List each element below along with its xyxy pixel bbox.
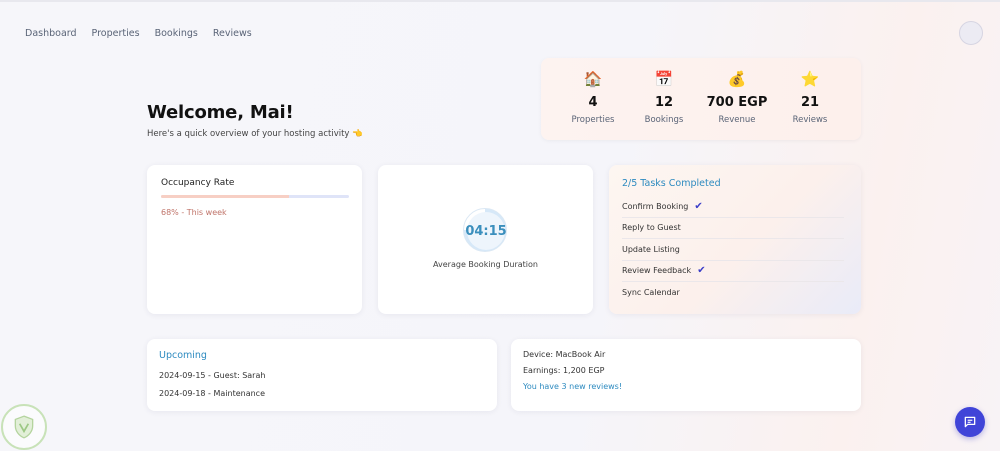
stat-value: 12 xyxy=(654,95,674,110)
upcoming-item: 2024-09-15 - Guest: Sarah xyxy=(159,371,266,380)
nav-bookings[interactable]: Bookings xyxy=(155,28,198,39)
task-label: Update Listing xyxy=(622,244,680,254)
check-icon: ✔ xyxy=(694,200,703,212)
star-icon: ⭐ xyxy=(800,70,820,88)
task-list: Confirm Booking ✔ Reply to Guest Update … xyxy=(622,196,844,304)
occupancy-card: Occupancy Rate 68% - This week xyxy=(147,165,362,314)
task-label: Review Feedback xyxy=(622,266,692,276)
chat-icon xyxy=(964,416,976,428)
shield-badge xyxy=(1,404,47,450)
duration-card: 04:15 Average Booking Duration xyxy=(378,165,593,314)
stat-label: Revenue xyxy=(718,115,756,125)
top-nav: Dashboard Properties Bookings Reviews xyxy=(25,28,252,39)
stat-value: 700 EGP xyxy=(706,95,768,110)
user-avatar[interactable] xyxy=(959,21,983,45)
nav-reviews[interactable]: Reviews xyxy=(213,28,252,39)
stat-label: Bookings xyxy=(644,115,684,125)
nav-dashboard[interactable]: Dashboard xyxy=(25,28,77,39)
welcome-title: Welcome, Mai! xyxy=(147,102,294,123)
task-label: Sync Calendar xyxy=(622,288,680,298)
upcoming-card: Upcoming 2024-09-15 - Guest: Sarah 2024-… xyxy=(147,339,497,411)
earnings-text: Earnings: 1,200 EGP xyxy=(523,366,605,375)
task-item[interactable]: Sync Calendar xyxy=(622,282,844,304)
stat-label: Properties xyxy=(571,115,615,125)
stat-reviews: ⭐ 21 Reviews xyxy=(774,69,846,125)
stat-bookings: 📅 12 Bookings xyxy=(628,69,700,125)
duration-caption: Average Booking Duration xyxy=(433,260,538,269)
tasks-card: 2/5 Tasks Completed Confirm Booking ✔ Re… xyxy=(609,165,861,314)
new-reviews-link[interactable]: You have 3 new reviews! xyxy=(523,382,622,391)
task-item[interactable]: Update Listing xyxy=(622,239,844,261)
duration-ring: 04:15 xyxy=(463,208,507,252)
welcome-section: Welcome, Mai! Here's a quick overview of… xyxy=(147,102,363,139)
money-bag-icon: 💰 xyxy=(727,70,747,88)
occupancy-progress-bar xyxy=(161,195,349,198)
tasks-title: 2/5 Tasks Completed xyxy=(622,178,721,189)
task-item[interactable]: Review Feedback ✔ xyxy=(622,261,844,282)
task-item[interactable]: Confirm Booking ✔ xyxy=(622,196,844,218)
check-icon: ✔ xyxy=(697,265,706,277)
stat-value: 21 xyxy=(800,95,820,110)
task-label: Reply to Guest xyxy=(622,223,681,233)
top-border xyxy=(0,0,1000,2)
stat-value: 4 xyxy=(588,95,598,110)
stats-summary: 🏠 4 Properties 📅 12 Bookings 💰 700 EGP R… xyxy=(541,58,861,140)
house-icon: 🏠 xyxy=(583,70,603,88)
upcoming-title: Upcoming xyxy=(159,350,207,361)
occupancy-title: Occupancy Rate xyxy=(161,178,235,188)
calendar-icon: 📅 xyxy=(654,70,674,88)
shield-icon xyxy=(14,415,34,439)
nav-properties[interactable]: Properties xyxy=(92,28,140,39)
device-name: Device: MacBook Air xyxy=(523,350,606,359)
device-card: Device: MacBook Air Earnings: 1,200 EGP … xyxy=(511,339,861,411)
occupancy-progress-fill xyxy=(161,195,289,198)
upcoming-item: 2024-09-18 - Maintenance xyxy=(159,389,265,398)
stat-revenue: 💰 700 EGP Revenue xyxy=(701,69,773,125)
stat-label: Reviews xyxy=(792,115,828,125)
welcome-subtitle: Here's a quick overview of your hosting … xyxy=(147,129,363,139)
duration-value: 04:15 xyxy=(465,212,507,250)
task-item[interactable]: Reply to Guest xyxy=(622,218,844,239)
chat-button[interactable] xyxy=(955,407,985,437)
occupancy-caption: 68% - This week xyxy=(161,208,227,217)
task-label: Confirm Booking xyxy=(622,201,689,211)
stat-properties: 🏠 4 Properties xyxy=(557,69,629,125)
